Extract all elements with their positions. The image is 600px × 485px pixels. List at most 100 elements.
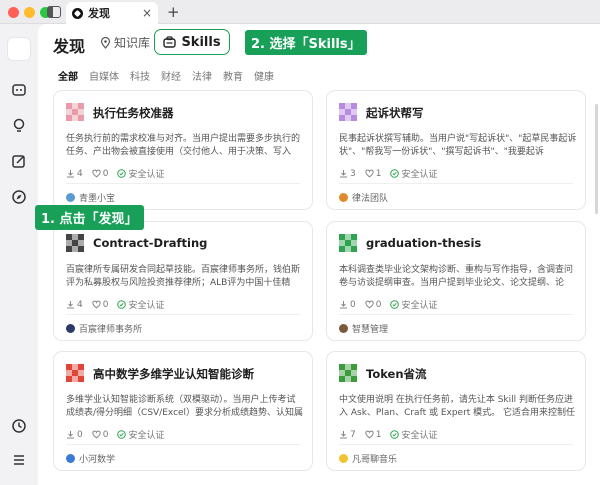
- pin-icon: [100, 36, 111, 49]
- icon-pixel: [78, 240, 84, 246]
- tab-skills[interactable]: Skills: [154, 29, 230, 55]
- skill-card[interactable]: 执行任务校准器 任务执行前的需求校准与对齐。当用户提出需要多步执行的任务、产出物…: [53, 90, 313, 210]
- icon-pixel: [66, 370, 72, 376]
- tab-knowledge-base-label: 知识库: [114, 36, 151, 50]
- like-count: 0: [92, 300, 108, 310]
- category-education[interactable]: 教育: [223, 68, 243, 83]
- category-health[interactable]: 健康: [254, 68, 274, 83]
- edit-icon[interactable]: [10, 152, 28, 170]
- skill-description: 多维学业认知智能诊断系统（双模驱动）。当用户上传考试成绩表/得分明细（CSV/E…: [66, 395, 304, 418]
- check-circle-icon: [117, 169, 127, 178]
- clock-icon[interactable]: [10, 417, 28, 435]
- category-tech[interactable]: 科技: [130, 68, 150, 83]
- skill-card[interactable]: 起诉状帮写 民事起诉状撰写辅助。当用户说"写起诉状"、"起草民事起诉状"、"帮我…: [326, 90, 586, 210]
- icon-pixel: [66, 234, 72, 240]
- author-name: 凡哥聊音乐: [352, 455, 398, 465]
- icon-pixel: [78, 109, 84, 115]
- download-icon: [67, 301, 74, 309]
- new-tab-button[interactable]: +: [167, 3, 180, 21]
- skill-description: 本科调查类毕业论文架构诊断、重构与写作指导，含调查问卷与访谈提纲审查。当用户提到…: [339, 265, 574, 288]
- scrollbar[interactable]: [595, 104, 598, 214]
- skill-icon: [339, 103, 357, 121]
- check-circle-icon: [117, 430, 127, 439]
- icon-pixel: [78, 370, 84, 376]
- icon-pixel: [345, 246, 351, 252]
- download-value: 7: [350, 429, 356, 440]
- tab-close-button[interactable]: ×: [142, 6, 152, 20]
- robot-icon[interactable]: [10, 81, 28, 99]
- app-logo[interactable]: [8, 38, 30, 60]
- download-count: 7: [339, 430, 356, 440]
- skill-icon: [66, 234, 84, 252]
- icon-pixel: [66, 376, 72, 382]
- lightbulb-icon[interactable]: [10, 116, 28, 134]
- icon-pixel: [72, 103, 78, 109]
- tab-skills-label: Skills: [181, 34, 221, 50]
- download-value: 4: [77, 168, 83, 179]
- left-rail: [0, 24, 38, 485]
- skill-meta: 3 1 安全认证: [339, 167, 437, 180]
- skill-card[interactable]: 高中数学多维学业认知智能诊断 多维学业认知智能诊断系统（双模驱动）。当用户上传考…: [53, 351, 313, 471]
- download-icon: [67, 170, 74, 178]
- icon-pixel: [345, 115, 351, 121]
- author-name: 青墨小宝: [79, 194, 116, 204]
- skill-card[interactable]: graduation-thesis 本科调查类毕业论文架构诊断、重构与写作指导，…: [326, 221, 586, 341]
- divider: [66, 183, 300, 184]
- skill-card[interactable]: Contract-Drafting 百宸律所专属研发合同起草技能。百宸律师事务所…: [53, 221, 313, 341]
- download-count: 0: [339, 300, 356, 310]
- verified-badge: 安全认证: [117, 428, 164, 441]
- icon-pixel: [66, 115, 72, 121]
- icon-pixel: [78, 234, 84, 240]
- verified-label: 安全认证: [128, 431, 165, 441]
- category-self-media[interactable]: 自媒体: [89, 68, 119, 83]
- minimize-window-button[interactable]: [24, 7, 35, 18]
- skill-icon-graphic: [339, 234, 357, 252]
- title-bar: 发现 × +: [0, 0, 600, 24]
- category-finance[interactable]: 财经: [161, 68, 181, 83]
- download-count: 4: [66, 169, 83, 179]
- briefcase-icon: [163, 36, 177, 48]
- skill-title: Token省流: [366, 367, 427, 381]
- tab-knowledge-base[interactable]: 知识库: [100, 34, 150, 51]
- category-all[interactable]: 全部: [58, 68, 78, 83]
- verified-badge: 安全认证: [117, 167, 164, 180]
- category-law[interactable]: 法律: [192, 68, 212, 83]
- skill-icon: [66, 364, 84, 382]
- icon-pixel: [351, 364, 357, 370]
- skill-author[interactable]: 智慧管理: [339, 322, 388, 335]
- heart-icon: [92, 300, 101, 309]
- skill-description: 民事起诉状撰写辅助。当用户说"写起诉状"、"起草民事起诉状"、"帮我写一份诉状"…: [339, 134, 577, 157]
- skill-title: Contract-Drafting: [93, 236, 208, 250]
- divider: [66, 314, 300, 315]
- skill-author[interactable]: 小河数学: [66, 452, 115, 465]
- icon-pixel: [66, 364, 72, 370]
- icon-pixel: [339, 240, 345, 246]
- icon-pixel: [351, 115, 357, 121]
- skill-card[interactable]: Token省流 中文使用说明 在执行任务前，请先让本 Skill 判断任务应进入…: [326, 351, 586, 471]
- skill-title: 高中数学多维学业认知智能诊断: [93, 367, 254, 381]
- avatar: [339, 193, 348, 202]
- icon-pixel: [339, 103, 345, 109]
- verified-badge: 安全认证: [390, 167, 437, 180]
- icon-pixel: [66, 103, 72, 109]
- compass-icon[interactable]: [10, 188, 28, 206]
- skill-icon: [339, 364, 357, 382]
- divider: [66, 444, 300, 445]
- callout-step-2: 2. 选择「Skills」: [245, 30, 367, 55]
- icon-pixel: [78, 364, 84, 370]
- icon-pixel: [72, 240, 78, 246]
- close-window-button[interactable]: [8, 7, 19, 18]
- verified-label: 安全认证: [128, 301, 165, 311]
- skill-author[interactable]: 青墨小宝: [66, 191, 115, 204]
- author-name: 智慧管理: [352, 325, 389, 335]
- menu-icon[interactable]: [10, 451, 28, 469]
- skill-author[interactable]: 凡哥聊音乐: [339, 452, 397, 465]
- skill-author[interactable]: 律法团队: [339, 191, 388, 204]
- skill-author[interactable]: 百宸律师事务所: [66, 322, 142, 335]
- verified-badge: 安全认证: [117, 298, 164, 311]
- download-icon: [340, 431, 347, 439]
- icon-pixel: [72, 234, 78, 240]
- icon-pixel: [72, 370, 78, 376]
- sidebar-toggle-icon[interactable]: [47, 6, 61, 18]
- tab-discover[interactable]: 发现 ×: [66, 2, 158, 24]
